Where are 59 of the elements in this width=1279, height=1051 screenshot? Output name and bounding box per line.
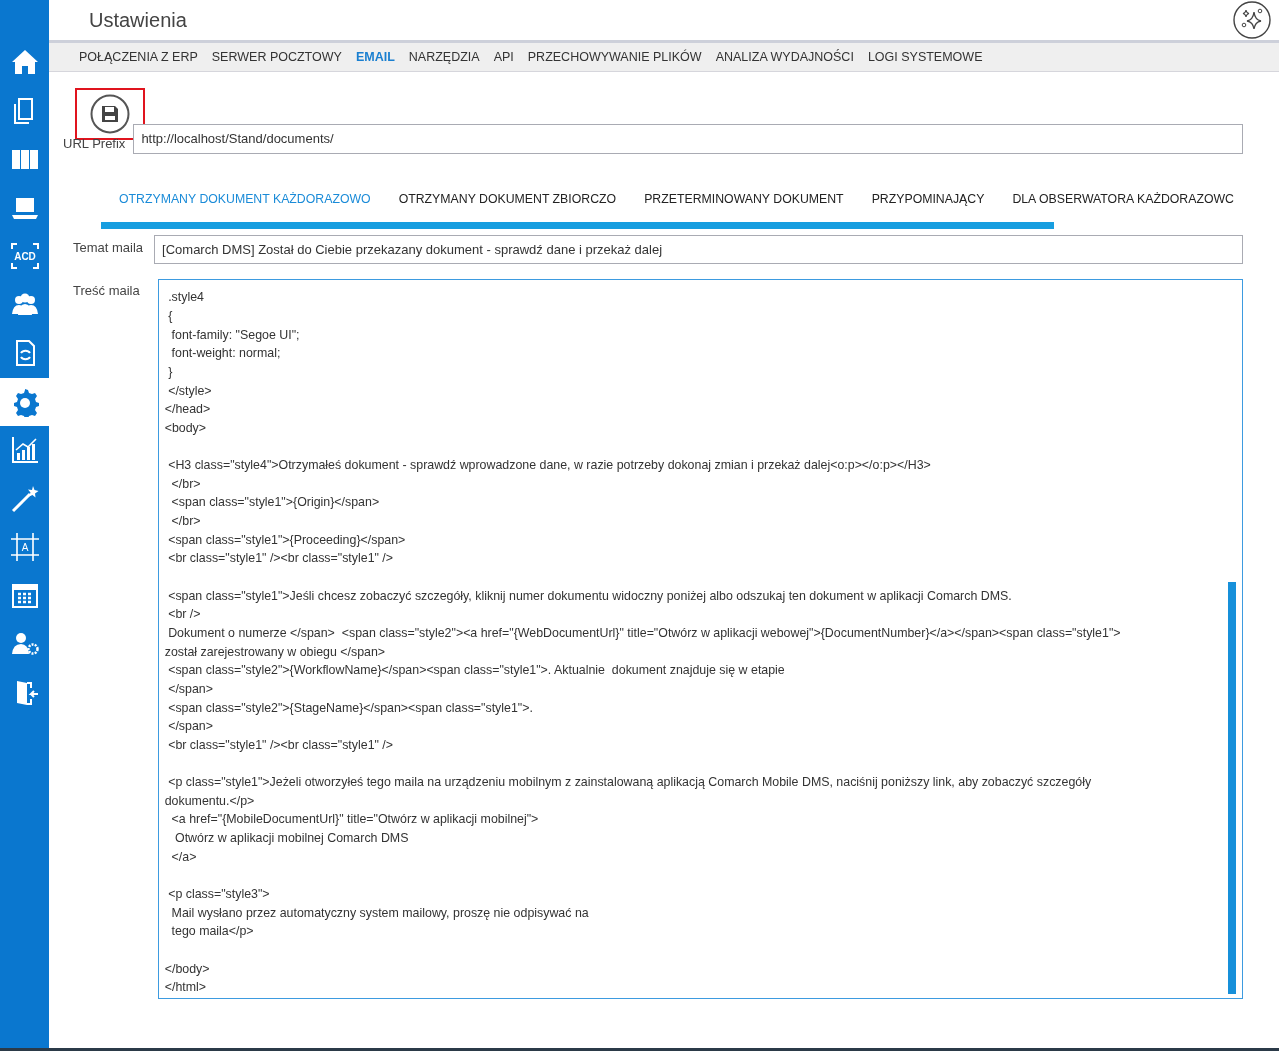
code-line: </style>: [167, 382, 213, 400]
code-line: <H3 class="style4">Otrzymałeś dokument - sprawdź wprowadzone dane, w razie potrzeby dokonaj zmian i przekaż dalej<o:p></o:p></H3>: [167, 457, 932, 475]
code-line: <br class="style1" /><br class="style1" />: [167, 550, 395, 568]
field-label: Temat maila: [73, 239, 144, 258]
nav-tab[interactable]: ANALIZA WYDAJNOŚCI: [715, 47, 854, 67]
nav-tab[interactable]: LOGI SYSTEMOWE: [867, 47, 983, 67]
code-line: font-family: "Segoe UI";: [170, 326, 301, 344]
code-line: </br>: [170, 513, 202, 531]
code-line: <span class="style2">{WorkflowName}</span><span class="style1">. Aktualnie dokument znajduje się w etapie: [167, 662, 786, 680]
code-line: .style4: [167, 289, 205, 307]
template-tab[interactable]: OTRZYMANY DOKUMENT KAŻDORAZOWO: [119, 190, 371, 209]
code-line: <span class="style1">Jeśli chcesz zobaczyć szczegóły, kliknij numer dokumentu widoczny poniżej albo odszukaj ten dokument w aplikacji Comarch DMS.: [167, 587, 1013, 605]
nav-tab[interactable]: PRZECHOWYWANIE PLIKÓW: [527, 47, 702, 67]
code-line: </span>: [167, 680, 214, 698]
code-line: <a href="{MobileDocumentUrl}" title="Otwórz w aplikacji mobilnej">: [170, 811, 540, 829]
code-line: </a>: [170, 848, 198, 866]
sidebar-item[interactable]: ACD: [0, 232, 49, 281]
code-line: <span class="style1">{Proceeding}</span>: [167, 531, 407, 549]
nav-tab[interactable]: EMAIL: [355, 47, 395, 67]
code-line: </html>: [164, 979, 208, 997]
code-line: <p class="style3">: [167, 885, 271, 903]
code-line: font-weight: normal;: [170, 345, 282, 363]
code-line: {: [167, 308, 174, 326]
code-line: <br class="style1" /><br class="style1" />: [167, 736, 395, 754]
template-tab[interactable]: PRZYPOMINAJĄCY: [871, 190, 985, 209]
subject-field[interactable]: [Comarch DMS] Został do Ciebie przekazany dokument - sprawdź dane i przekaż dalej: [154, 235, 1243, 265]
template-tab[interactable]: OTRZYMANY DOKUMENT ZBIORCZO: [398, 190, 617, 209]
code-line: <body>: [164, 419, 208, 437]
window-title: Ustawienia: [89, 8, 187, 33]
template-tab[interactable]: PRZETERMINOWANY DOKUMENT: [644, 190, 844, 209]
chart-icon: [9, 435, 40, 466]
field-label: Treść maila: [73, 282, 140, 301]
sparkle-icon[interactable]: [1233, 1, 1271, 39]
code-line: tego maila</p>: [170, 923, 255, 941]
code-line: Otwórz w aplikacji mobilnej Comarch DMS: [174, 830, 410, 847]
code-line: </head>: [164, 401, 212, 419]
code-line: <span class="style1">{Origin}</span>: [170, 494, 381, 512]
code-line: <br />: [167, 606, 202, 624]
nav-tab[interactable]: SERWER POCZTOWY: [211, 47, 342, 67]
code-line: Dokument o numerze </span> <span class="style2"><a href="{WebDocumentUrl}" title="Otwórz w aplikacji webowej">{DocumentNumber}</a></span><span class="style1">: [167, 624, 1122, 642]
code-line: Mail wysłano przez automatyczny system mailowy, proszę nie odpisywać na: [170, 904, 590, 922]
code-line: został zarejestrowany w obiegu </span>: [164, 643, 387, 661]
code-line: <span class="style2">{StageName}</span><span class="style1">.: [167, 699, 534, 717]
code-line: }: [167, 364, 174, 381]
template-tab[interactable]: DLA OBSERWATORA KAŻDORAZOWC: [1012, 190, 1234, 209]
nav-tab[interactable]: API: [493, 47, 514, 67]
field-label: URL Prefix: [63, 135, 126, 153]
sidebar-item[interactable]: [0, 377, 49, 426]
sidebar-item[interactable]: A: [0, 523, 49, 572]
scrollbar[interactable]: [1228, 582, 1236, 995]
code-line: </span>: [167, 718, 214, 736]
nav-tab[interactable]: NARZĘDZIA: [408, 47, 480, 67]
code-line: </br>: [170, 475, 202, 493]
code-line: dokumentu.</p>: [164, 792, 256, 810]
nav-tab[interactable]: POŁĄCZENIA Z ERP: [79, 47, 198, 67]
body-editor[interactable]: [157, 279, 1243, 1000]
code-line: </body>: [164, 960, 211, 978]
url-prefix-field[interactable]: http://localhost/Stand/documents/: [133, 124, 1243, 154]
code-line: <p class="style1">Jeżeli otworzyłeś tego maila na urządzeniu mobilnym z zainstalowaną aplikacją Comarch Mobile DMS, naciśnij poniższy link, aby zobaczyć szczegóły: [167, 774, 1093, 792]
